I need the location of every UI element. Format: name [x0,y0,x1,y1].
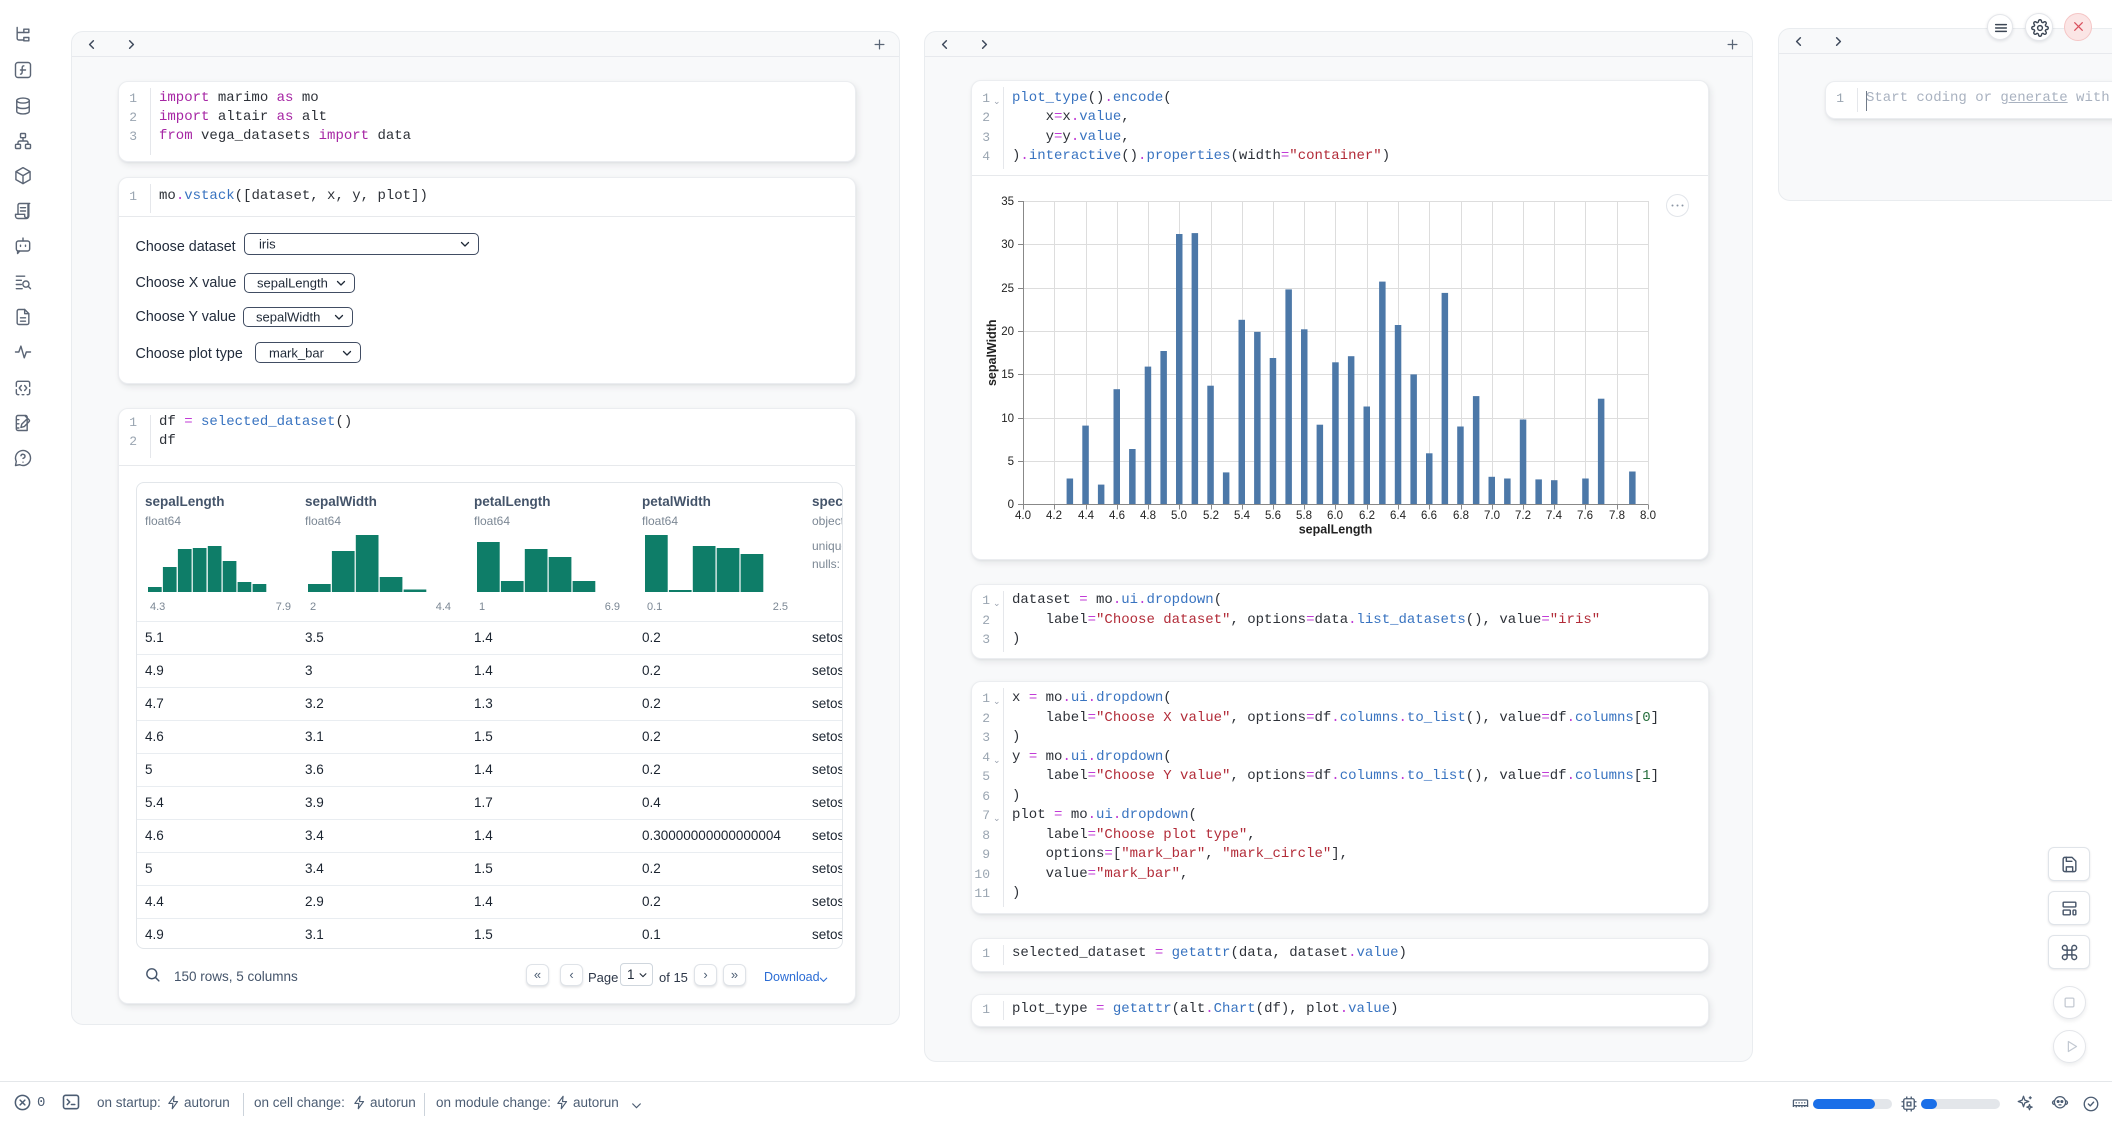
svg-text:4.6: 4.6 [1109,510,1125,522]
svg-text:5.6: 5.6 [1265,510,1281,522]
svg-text:5.4: 5.4 [1234,510,1251,522]
svg-text:7.6: 7.6 [1577,510,1593,522]
svg-text:7.2: 7.2 [1515,510,1531,522]
svg-text:4.8: 4.8 [1140,510,1156,522]
svg-text:5: 5 [1008,456,1014,468]
svg-text:4.2: 4.2 [1046,510,1062,522]
svg-text:35: 35 [1001,196,1014,208]
svg-text:6.6: 6.6 [1421,510,1437,522]
svg-text:4.4: 4.4 [1078,510,1095,522]
svg-text:7.4: 7.4 [1546,510,1563,522]
svg-text:7.8: 7.8 [1609,510,1625,522]
svg-text:6.4: 6.4 [1390,510,1407,522]
svg-text:0: 0 [1008,499,1014,511]
svg-text:sepalLength: sepalLength [1299,523,1373,537]
svg-text:25: 25 [1001,283,1014,295]
svg-text:6.0: 6.0 [1327,510,1343,522]
svg-text:30: 30 [1001,239,1014,251]
svg-text:5.0: 5.0 [1171,510,1187,522]
svg-text:6.8: 6.8 [1453,510,1469,522]
svg-text:6.2: 6.2 [1359,510,1375,522]
svg-text:5.8: 5.8 [1296,510,1312,522]
svg-text:15: 15 [1001,369,1014,381]
svg-text:7.0: 7.0 [1484,510,1500,522]
svg-text:8.0: 8.0 [1640,510,1656,522]
svg-text:20: 20 [1001,326,1014,338]
svg-text:10: 10 [1001,413,1014,425]
svg-text:4.0: 4.0 [1015,510,1031,522]
svg-text:sepalWidth: sepalWidth [985,319,999,386]
svg-text:5.2: 5.2 [1203,510,1219,522]
